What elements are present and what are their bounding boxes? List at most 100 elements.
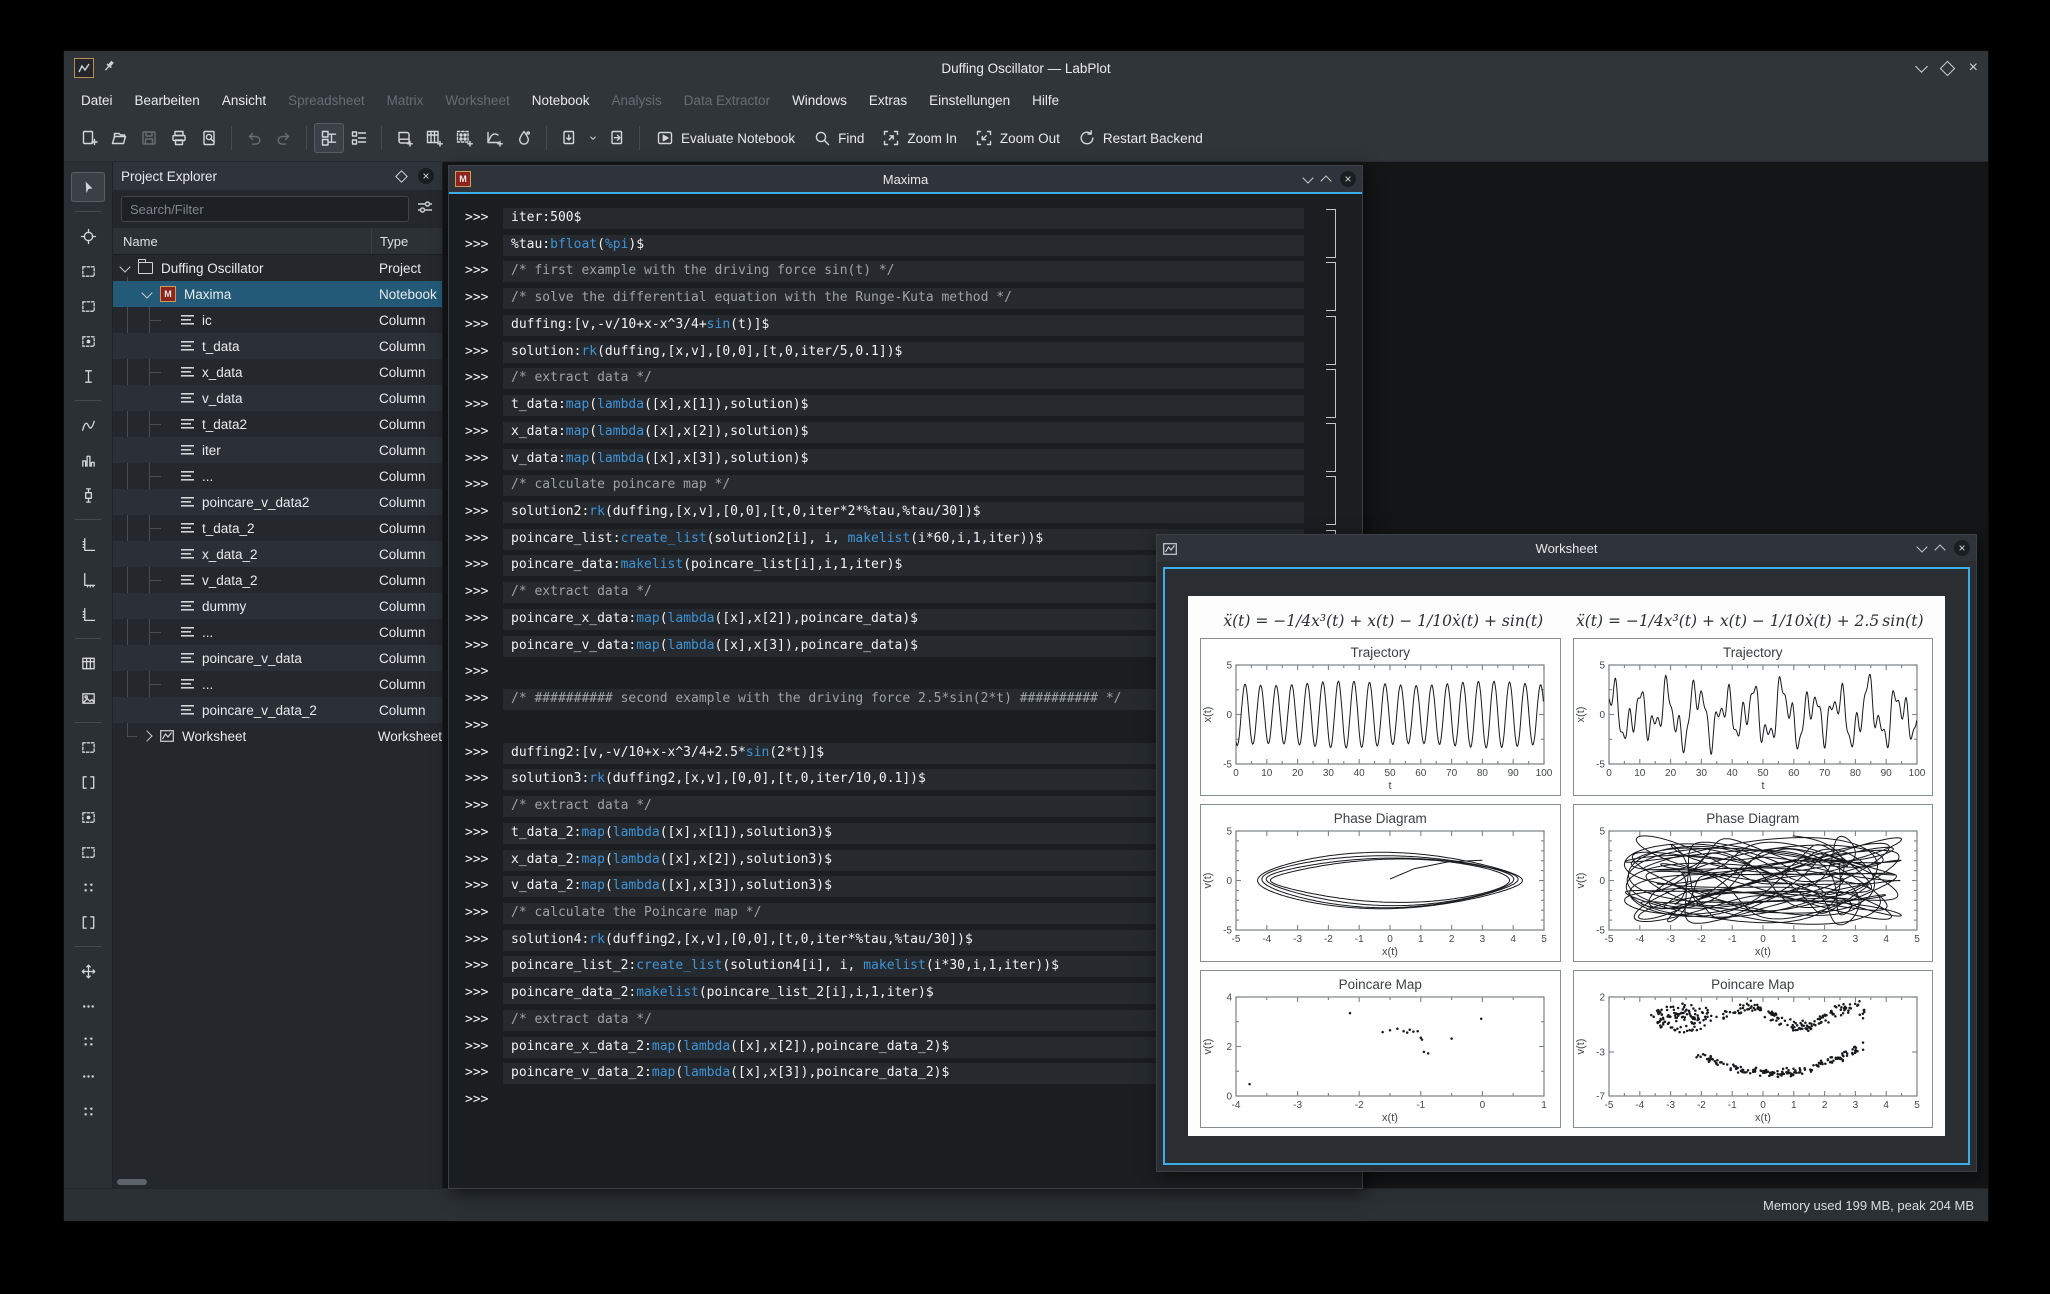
chevron-down-icon[interactable] (119, 261, 130, 272)
add-bracket-layout-button[interactable] (71, 907, 105, 937)
navigate-tool-button[interactable] (71, 172, 105, 202)
new-notebook-dropdown-button[interactable] (584, 123, 602, 153)
notebook-line-2[interactable]: >>>%tau:bfloat(%pi)$ (449, 233, 1362, 260)
notebook-minimize-icon[interactable] (1302, 172, 1313, 183)
export-notebook-button[interactable] (602, 123, 632, 153)
worksheet-minimize-icon[interactable] (1916, 541, 1927, 552)
notebook-line-7[interactable]: >>>/* extract data */ (449, 366, 1362, 393)
select-region-tool-button[interactable] (71, 256, 105, 286)
tree-row-poincare-v-data2[interactable]: poincare_v_data2Column (113, 489, 442, 515)
tree-row-iter[interactable]: iterColumn (113, 437, 442, 463)
tree-column-headers[interactable]: Name Type (113, 228, 442, 255)
new-workbook-button[interactable] (389, 123, 419, 153)
tree-row-v-data[interactable]: v_dataColumn (113, 385, 442, 411)
add-axis-left-button[interactable] (71, 529, 105, 559)
add-plot-region-button[interactable] (71, 802, 105, 832)
tree-row-ic[interactable]: icColumn (113, 307, 442, 333)
zoom-select-tool-button[interactable] (71, 291, 105, 321)
plot-poincare-map-1[interactable]: Poincare Map-4-3-2-101024x(t)v(t) (1200, 970, 1561, 1128)
window-minimize-icon[interactable] (1915, 60, 1928, 73)
zoom-xy-select-tool-button[interactable] (71, 326, 105, 356)
worksheet-canvas[interactable]: ẍ(t) = −1/4x³(t) + x(t) − 1/10ẋ(t) + s… (1188, 596, 1945, 1136)
window-close-icon[interactable]: × (1969, 60, 1978, 76)
open-project-button[interactable] (104, 123, 134, 153)
new-project-button[interactable] (74, 123, 104, 153)
equation-left[interactable]: ẍ(t) = −1/4x³(t) + x(t) − 1/10ẋ(t) + s… (1200, 612, 1567, 630)
tree-row-poincare-v-data-2[interactable]: poincare_v_data_2Column (113, 697, 442, 723)
dock-close-icon[interactable]: × (418, 168, 434, 184)
zoom-out-button[interactable]: Zoom Out (966, 123, 1069, 153)
notebook-restore-icon[interactable] (1320, 175, 1331, 186)
add-grid-layout-button[interactable] (71, 872, 105, 902)
menu-einstellungen[interactable]: Einstellungen (918, 85, 1021, 115)
plot-trajectory-1[interactable]: Trajectory010203040506070809010050-5tx(t… (1200, 638, 1561, 796)
notebook-titlebar[interactable]: M Maxima × (449, 166, 1362, 192)
add-xy-curve-button[interactable] (71, 410, 105, 440)
menu-extras[interactable]: Extras (858, 85, 918, 115)
notebook-line-10[interactable]: >>>v_data:map(lambda([x],x[3]),solution)… (449, 447, 1362, 474)
column-header-type[interactable]: Type (371, 228, 442, 254)
worksheet-titlebar[interactable]: Worksheet × (1157, 535, 1976, 561)
add-image-button[interactable] (71, 683, 105, 713)
new-worksheet-button[interactable] (479, 123, 509, 153)
tree-row-t-data-2[interactable]: t_data_2Column (113, 515, 442, 541)
column-header-name[interactable]: Name (113, 234, 371, 249)
notebook-line-8[interactable]: >>>t_data:map(lambda([x],x[1]),solution)… (449, 393, 1362, 420)
add-histogram-button[interactable] (71, 445, 105, 475)
restart-backend-button[interactable]: Restart Backend (1069, 123, 1212, 153)
toggle-project-explorer-button[interactable] (314, 123, 344, 153)
notebook-line-4[interactable]: >>>/* solve the differential equation wi… (449, 286, 1362, 313)
add-box-plot-button[interactable] (71, 480, 105, 510)
more-tools-1-button[interactable] (71, 991, 105, 1021)
new-matrix-button[interactable] (449, 123, 479, 153)
more-tools-2-button[interactable] (71, 1026, 105, 1056)
notebook-line-9[interactable]: >>>x_data:map(lambda([x],x[2]),solution)… (449, 420, 1362, 447)
notebook-line-11[interactable]: >>>/* calculate poincare map */ (449, 473, 1362, 500)
scrollbar-thumb[interactable] (117, 1179, 147, 1185)
notebook-close-icon[interactable]: × (1340, 171, 1356, 187)
tree-row-maxima[interactable]: MMaximaNotebook (113, 281, 442, 307)
tree-row-item-8[interactable]: ...Column (113, 463, 442, 489)
worksheet-selected-area[interactable]: ẍ(t) = −1/4x³(t) + x(t) − 1/10ẋ(t) + s… (1163, 567, 1970, 1165)
tree-row-t-data[interactable]: t_dataColumn (113, 333, 442, 359)
add-spreadsheet-button[interactable] (71, 648, 105, 678)
chevron-down-icon[interactable] (141, 287, 152, 298)
add-plot-template-button[interactable] (71, 837, 105, 867)
worksheet-restore-icon[interactable] (1934, 544, 1945, 555)
plot-phase-diagram-2[interactable]: Phase Diagram-5-4-3-2-101234550-5x(t)v(t… (1573, 804, 1934, 962)
print-button[interactable] (164, 123, 194, 153)
notebook-line-1[interactable]: >>>iter:500$ (449, 206, 1362, 233)
tree-row-x-data-2[interactable]: x_data_2Column (113, 541, 442, 567)
tree-row-dummy[interactable]: dummyColumn (113, 593, 442, 619)
notebook-line-12[interactable]: >>>solution2:rk(duffing,[x,v],[0,0],[t,0… (449, 500, 1362, 527)
toggle-properties-explorer-button[interactable] (344, 123, 374, 153)
filter-options-icon[interactable] (416, 198, 434, 221)
equation-right[interactable]: ẍ(t) = −1/4x³(t) + x(t) − 1/10ẋ(t) + 2… (1567, 612, 1934, 630)
menu-bearbeiten[interactable]: Bearbeiten (124, 85, 211, 115)
menu-windows[interactable]: Windows (781, 85, 858, 115)
zoom-in-button[interactable]: Zoom In (873, 123, 966, 153)
window-maximize-icon[interactable] (1939, 60, 1955, 76)
add-plot-area-button[interactable] (71, 732, 105, 762)
move-tool-button[interactable] (71, 956, 105, 986)
plot-phase-diagram-1[interactable]: Phase Diagram-5-4-3-2-101234550-5x(t)v(t… (1200, 804, 1561, 962)
text-cursor-tool-button[interactable] (71, 361, 105, 391)
tree-row-item-16[interactable]: ...Column (113, 671, 442, 697)
notebook-line-6[interactable]: >>>solution:rk(duffing,[x,v],[0,0],[t,0,… (449, 340, 1362, 367)
new-spreadsheet-button[interactable] (419, 123, 449, 153)
menu-hilfe[interactable]: Hilfe (1021, 85, 1070, 115)
more-tools-4-button[interactable] (71, 1096, 105, 1126)
new-data-extractor-button[interactable] (509, 123, 539, 153)
worksheet-subwindow[interactable]: Worksheet × ẍ(t) = −1/4x³(t) + x(t) − 1… (1156, 534, 1977, 1172)
tree-row-worksheet[interactable]: WorksheetWorksheet (113, 723, 442, 749)
print-preview-button[interactable] (194, 123, 224, 153)
menu-notebook[interactable]: Notebook (521, 85, 601, 115)
tree-row-v-data-2[interactable]: v_data_2Column (113, 567, 442, 593)
worksheet-close-icon[interactable]: × (1954, 540, 1970, 556)
add-plot-two-axes-button[interactable] (71, 767, 105, 797)
tree-row-t-data2[interactable]: t_data2Column (113, 411, 442, 437)
search-input[interactable] (121, 196, 409, 222)
add-axis-both-button[interactable] (71, 599, 105, 629)
new-notebook-button[interactable] (554, 123, 584, 153)
chevron-right-icon[interactable] (141, 730, 152, 741)
